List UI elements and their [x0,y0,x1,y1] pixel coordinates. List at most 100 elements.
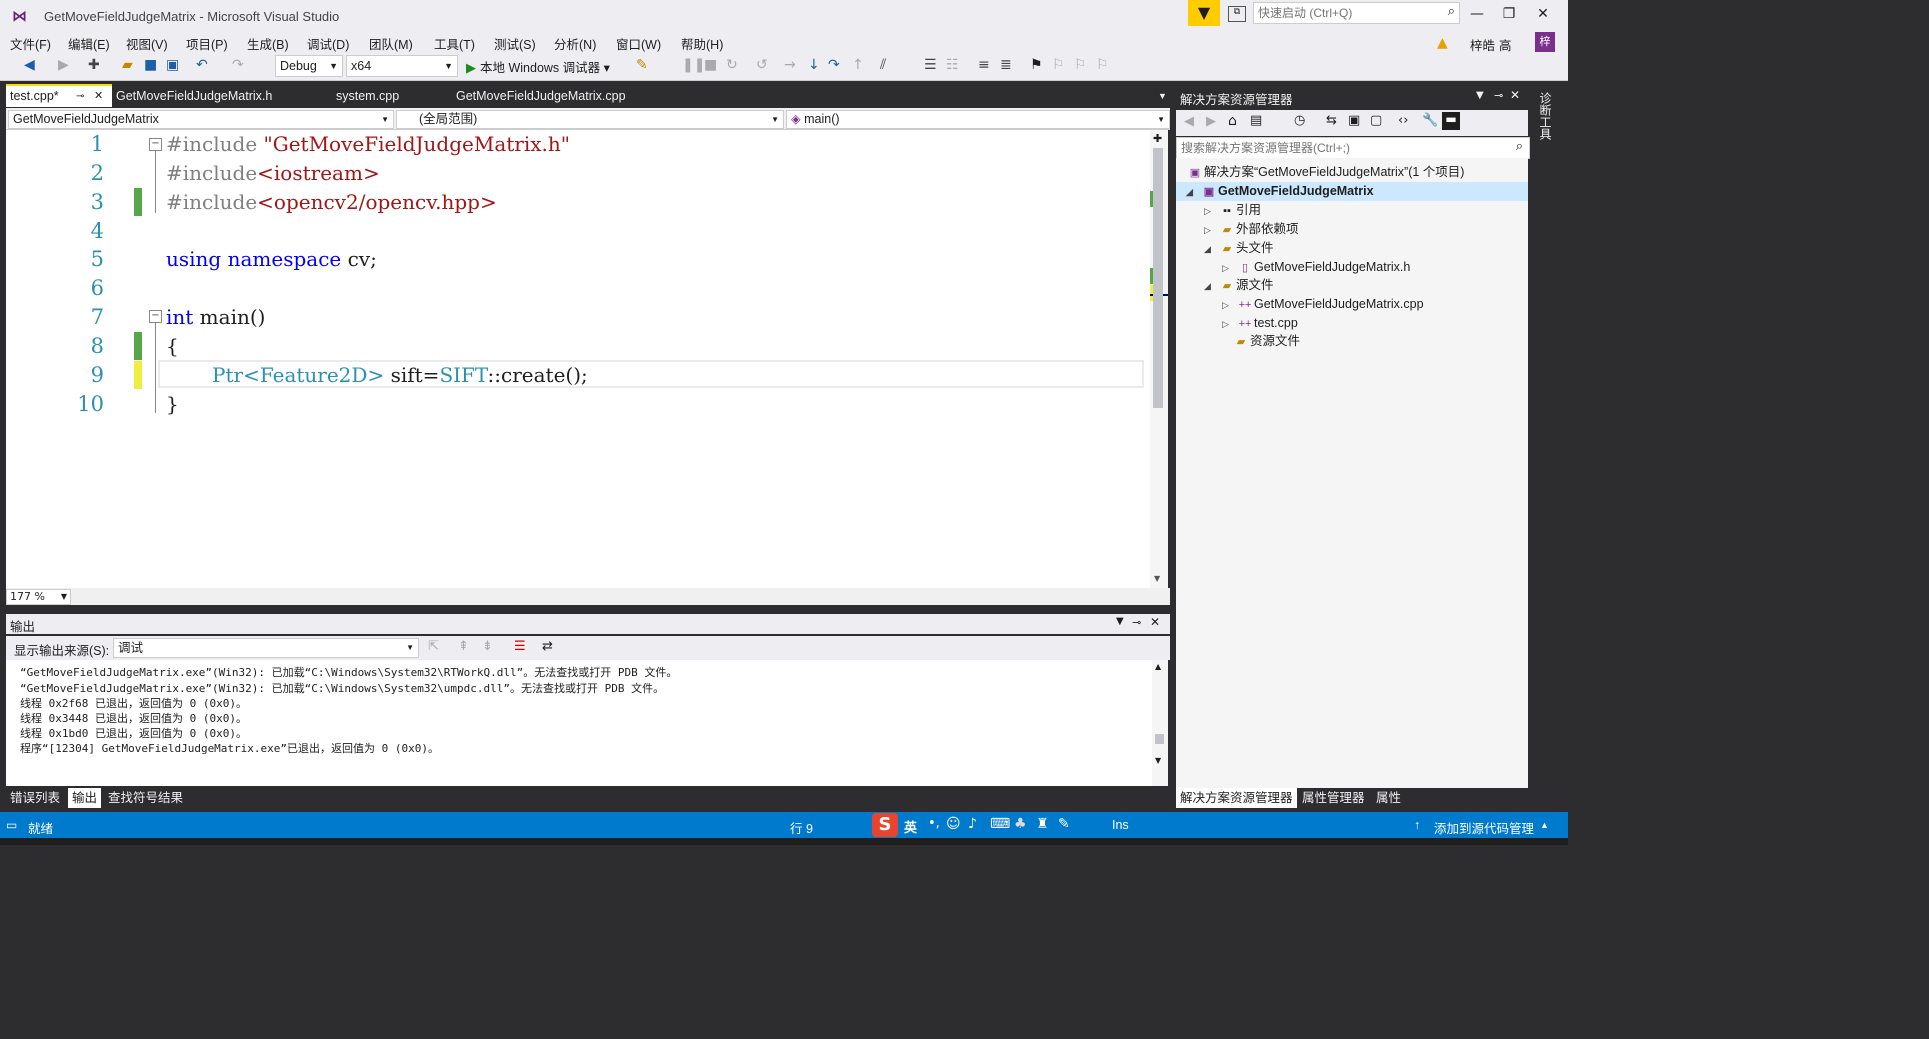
preview-icon[interactable]: ▬ [1442,112,1460,130]
close-button[interactable]: ✕ [1528,4,1558,24]
tree-external-deps[interactable]: ▷ ▰ 外部依赖项 [1204,220,1299,239]
hex-icon[interactable]: ⫽ [880,57,886,73]
shirt-icon[interactable]: ♜ [1036,816,1049,832]
goto-location-icon[interactable]: ⇱ [428,639,439,654]
scope-dropdown[interactable]: (全局范围) ▼ [396,110,784,129]
split-icon[interactable]: ✚ [1153,132,1162,145]
expanded-icon[interactable]: ◢ [1204,277,1218,296]
collapse-all-icon[interactable]: ▣ [1348,113,1360,128]
indent-icon[interactable]: ≡ [978,57,990,73]
tab-output[interactable]: 输出 [68,788,102,808]
expanded-icon[interactable]: ◢ [1186,183,1200,202]
bookmark-icon[interactable]: ⚑ [1030,57,1043,73]
avatar[interactable]: 梓 [1535,32,1555,52]
menu-file[interactable]: 文件(F) [10,34,51,53]
prev-message-icon[interactable]: ⇞ [458,639,469,654]
open-file-icon[interactable]: ▰ [122,57,133,73]
menu-team[interactable]: 团队(M) [369,34,413,53]
zoom-dropdown[interactable]: 177 % ▼ [6,589,71,605]
redo-icon[interactable]: ↷ [232,57,244,73]
tab-cpp[interactable]: GetMoveFieldJudgeMatrix.cpp [452,86,626,107]
output-text[interactable]: “GetMoveFieldJudgeMatrix.exe”(Win32): 已加… [6,660,1152,786]
notification-icon[interactable]: ⧉ [1228,6,1246,22]
tab-solution-explorer[interactable]: 解决方案资源管理器 [1176,788,1297,808]
dropdown-icon[interactable]: ▼ [1116,616,1124,627]
menu-tools[interactable]: 工具(T) [434,34,475,53]
outdent-icon[interactable]: ≣ [1000,57,1012,73]
pin-icon[interactable]: ⊸ [76,86,84,107]
tree-source-files[interactable]: ◢ ▰ 源文件 [1204,276,1274,295]
search-icon[interactable]: ⌕ [1448,4,1455,19]
tab-error-list[interactable]: 错误列表 [6,788,64,808]
tree-source-file[interactable]: ▷ ++ GetMoveFieldJudgeMatrix.cpp [1222,295,1424,314]
keyboard-icon[interactable]: ⌨ [990,816,1010,832]
project-dropdown[interactable]: GetMoveFieldJudgeMatrix ▼ [8,110,394,129]
microphone-icon[interactable]: ♪ [968,816,977,832]
word-wrap-icon[interactable]: ⇄ [542,639,553,654]
tab-find-symbol-results[interactable]: 查找符号结果 [104,788,187,808]
pin-icon[interactable]: ⊸ [1132,616,1141,629]
dropdown-icon[interactable]: ▼ [1476,90,1484,101]
navigate-back-icon[interactable]: ◀ [24,57,35,73]
tree-resource-files[interactable]: ▰ 资源文件 [1218,332,1300,351]
clear-bookmarks-icon[interactable]: ⚐ [1096,57,1109,73]
search-icon[interactable]: ⌕ [1516,139,1523,154]
step-out-icon[interactable]: ↑ [852,57,864,73]
scroll-thumb[interactable] [1153,148,1163,408]
collapse-icon[interactable]: − [149,310,162,323]
collapse-icon[interactable]: − [149,138,162,151]
show-next-statement-icon[interactable]: ↺ [756,57,768,73]
scroll-down-icon[interactable]: ▼ [1155,756,1161,765]
ime-language[interactable]: 英 [904,817,917,836]
menu-analyze[interactable]: 分析(N) [554,34,596,53]
menu-test[interactable]: 测试(S) [494,34,536,53]
member-dropdown[interactable]: ◈ main() ▼ [786,110,1170,129]
tools-icon[interactable]: ✎ [1058,816,1070,832]
source-control-button[interactable]: 添加到源代码管理 [1434,818,1534,837]
tab-system-cpp[interactable]: system.cpp [332,86,399,107]
emoji-icon[interactable]: ☺ [946,816,961,832]
diagnostic-tools-tab[interactable]: 诊断工具 [1538,92,1554,140]
close-icon[interactable]: ✕ [1150,615,1160,629]
menu-project[interactable]: 项目(P) [186,34,228,53]
sogou-logo-icon[interactable]: S [872,813,898,837]
home-icon[interactable]: ⌂ [1228,113,1237,129]
collapsed-icon[interactable]: ▷ [1204,202,1218,221]
platform-dropdown[interactable]: x64 ▼ [346,55,458,77]
view-code-icon[interactable]: ‹› [1398,113,1408,128]
undo-icon[interactable]: ↶ [196,57,208,73]
expanded-icon[interactable]: ◢ [1204,240,1218,259]
scroll-down-icon[interactable]: ▼ [1154,574,1160,583]
tree-header-file[interactable]: ▷ ▯ GetMoveFieldJudgeMatrix.h [1222,258,1410,277]
next-message-icon[interactable]: ⇟ [482,639,493,654]
output-source-dropdown[interactable]: 调试 ▼ [113,638,419,658]
stop-icon[interactable]: ■ [704,57,717,73]
warning-icon[interactable]: ▲ [1437,35,1448,51]
menu-view[interactable]: 视图(V) [126,34,168,53]
maximize-button[interactable]: ❐ [1494,4,1524,24]
punctuation-icon[interactable]: •, [928,816,940,831]
pin-icon[interactable]: ⊸ [1494,89,1503,102]
back-icon[interactable]: ◀ [1184,114,1194,129]
pause-icon[interactable]: ❚❚ [682,57,705,73]
step-over-icon[interactable]: ↷ [828,57,840,73]
upload-icon[interactable]: ↑ [1414,818,1420,832]
menu-build[interactable]: 生成(B) [247,34,289,53]
tree-solution[interactable]: ▣ 解决方案“GetMoveFieldJudgeMatrix”(1 个项目) [1186,163,1465,182]
menu-help[interactable]: 帮助(H) [681,34,723,53]
uncomment-icon[interactable]: ☷ [946,57,959,73]
code-editor[interactable]: 1 2 3 4 5 6 7 8 9 10 − − #include "GetMo… [6,130,1150,588]
solution-search-box[interactable]: ⌕ [1176,137,1530,159]
skin-icon[interactable]: ♣ [1014,816,1027,832]
step-into-down-icon[interactable]: ↓ [808,57,820,73]
start-debugger-button[interactable]: ▶ 本地 Windows 调试器 ▾ [466,57,610,76]
close-icon[interactable]: ✕ [94,86,103,107]
comment-icon[interactable]: ☰ [924,57,937,73]
collapsed-icon[interactable]: ▷ [1204,221,1218,240]
tab-property-manager[interactable]: 属性管理器 [1298,788,1369,808]
menu-window[interactable]: 窗口(W) [616,34,661,53]
tree-header-files[interactable]: ◢ ▰ 头文件 [1204,239,1274,258]
tree-source-file[interactable]: ▷ ++ test.cpp [1222,314,1298,333]
tab-properties[interactable]: 属性 [1372,788,1405,808]
quick-launch-box[interactable]: ⌕ [1253,2,1460,24]
